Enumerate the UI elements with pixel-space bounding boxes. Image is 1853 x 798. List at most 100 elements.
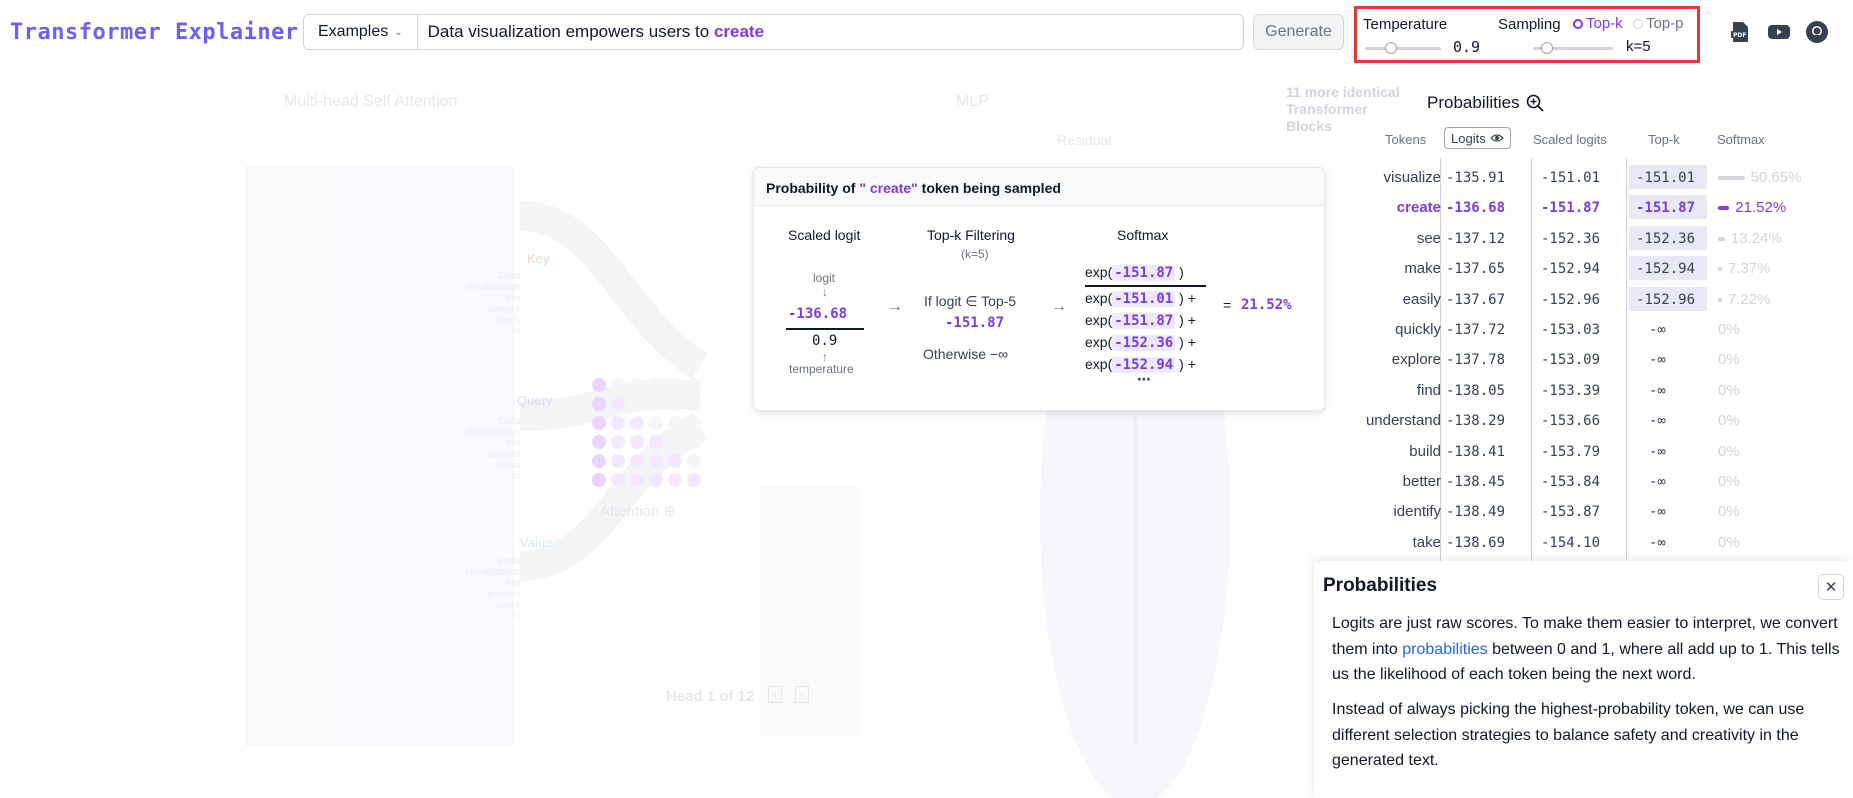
table-row[interactable]: take -138.69 -154.10 -∞ 0% bbox=[1300, 528, 1853, 558]
qkv-token-label: visualization bbox=[465, 282, 520, 293]
topk-radio[interactable]: Top-k bbox=[1573, 15, 1623, 32]
logit-caption: logit bbox=[813, 271, 836, 285]
attention-cell bbox=[611, 454, 625, 468]
token-name: understand bbox=[1365, 412, 1441, 430]
softmax-bar bbox=[1718, 297, 1722, 302]
topk-cell: -151.01 bbox=[1636, 170, 1696, 186]
probabilities-title-text: Probabilities bbox=[1427, 93, 1520, 112]
logit-cell: -138.05 bbox=[1446, 382, 1506, 399]
token-probability-popup: Probability of " create" token being sam… bbox=[753, 167, 1325, 411]
prev-head-button[interactable]: ‹ bbox=[768, 686, 783, 703]
generate-button[interactable]: Generate bbox=[1253, 14, 1344, 50]
sampling-controls: Temperature 0.9 Sampling Top-k Top-p k=5 bbox=[1354, 6, 1700, 63]
attention-label[interactable]: Attention ⊕ bbox=[600, 502, 676, 520]
softmax-value: 13.24% bbox=[1730, 229, 1782, 247]
residual-label: Residual bbox=[1057, 132, 1112, 148]
app-logo[interactable]: Transformer Explainer bbox=[10, 20, 299, 45]
logits-toggle-button[interactable]: Logits bbox=[1444, 127, 1511, 149]
logit-cell: -137.67 bbox=[1446, 291, 1506, 308]
qkv-token-label: to bbox=[511, 471, 520, 482]
table-row[interactable]: make -137.65 -152.94 -152.94 7.37% bbox=[1300, 254, 1853, 284]
denominator-value: -151.87 bbox=[1112, 313, 1176, 329]
info-paragraph-1: Logits are just raw scores. To make them… bbox=[1332, 611, 1842, 688]
chevron-down-icon: ⌄ bbox=[394, 26, 403, 38]
youtube-icon[interactable] bbox=[1767, 20, 1791, 44]
softmax-value: 0% bbox=[1718, 381, 1740, 399]
attention-cell bbox=[668, 416, 682, 430]
attention-cell bbox=[668, 378, 682, 392]
logit-cell: -138.69 bbox=[1446, 534, 1506, 551]
examples-dropdown[interactable]: Examples ⌄ bbox=[304, 15, 418, 49]
attention-cell bbox=[611, 378, 625, 392]
topp-radio-label: Top-p bbox=[1646, 15, 1684, 32]
scaled-logit-cell: -151.01 bbox=[1541, 170, 1601, 186]
table-row[interactable]: visualize -135.91 -151.01 -151.01 50.65% bbox=[1300, 163, 1853, 193]
popup-title-token: " create" bbox=[859, 180, 918, 196]
token-name: easily bbox=[1402, 290, 1441, 308]
qkv-token-label: em bbox=[506, 578, 520, 589]
softmax-heading: Softmax bbox=[1117, 227, 1169, 243]
zoom-in-icon bbox=[1526, 94, 1544, 112]
softmax-value: 0% bbox=[1718, 533, 1740, 551]
attention-cell bbox=[630, 473, 644, 487]
logit-cell: -135.91 bbox=[1446, 170, 1506, 186]
qkv-token-label: powers bbox=[487, 449, 520, 460]
attention-cell bbox=[649, 435, 663, 449]
table-row[interactable]: better -138.45 -153.84 -∞ 0% bbox=[1300, 467, 1853, 497]
scaled-logit-cell: -151.87 bbox=[1541, 200, 1601, 217]
mlp-section-title: MLP bbox=[956, 93, 989, 110]
scaled-logit-cell: -154.10 bbox=[1541, 534, 1601, 551]
table-row[interactable]: understand -138.29 -153.66 -∞ 0% bbox=[1300, 406, 1853, 436]
transformer-blocks-note[interactable]: 11 more identical Transformer Blocks bbox=[1286, 84, 1406, 135]
next-head-button[interactable]: › bbox=[795, 686, 810, 703]
logit-cell: -138.45 bbox=[1446, 474, 1506, 490]
topk-value: k=5 bbox=[1626, 38, 1651, 55]
temperature-slider-track[interactable] bbox=[1365, 47, 1441, 50]
head-indicator: Head 1 of 12 bbox=[666, 688, 755, 705]
github-icon[interactable] bbox=[1805, 20, 1829, 44]
softmax-result: 21.52% bbox=[1241, 297, 1292, 313]
topk-slider-thumb[interactable] bbox=[1541, 42, 1553, 54]
logit-cell: -137.72 bbox=[1446, 322, 1506, 338]
token-name: create bbox=[1396, 199, 1441, 217]
attention-cell bbox=[668, 397, 682, 411]
qkv-token-label: users bbox=[495, 315, 520, 326]
key-label: Key bbox=[527, 251, 550, 266]
probabilities-link[interactable]: probabilities bbox=[1402, 641, 1487, 658]
scaled-logit-cell: -153.66 bbox=[1541, 413, 1601, 430]
denominator-value: -152.36 bbox=[1112, 335, 1176, 351]
table-row[interactable]: identify -138.49 -153.87 -∞ 0% bbox=[1300, 497, 1853, 527]
table-row[interactable]: find -138.05 -153.39 -∞ 0% bbox=[1300, 376, 1853, 406]
qkv-token-label: em bbox=[506, 438, 520, 449]
table-row[interactable]: easily -137.67 -152.96 -152.96 7.22% bbox=[1300, 285, 1853, 315]
value-label: Value bbox=[520, 535, 553, 550]
table-row[interactable]: create -136.68 -151.87 -151.87 21.52% bbox=[1300, 193, 1853, 223]
softmax-value: 0% bbox=[1718, 473, 1740, 490]
qkv-token-label: Data bbox=[498, 416, 520, 427]
probabilities-title[interactable]: Probabilities bbox=[1427, 93, 1544, 113]
prompt-prefix: Data visualization empowers users to bbox=[427, 22, 710, 41]
softmax-value: 0% bbox=[1718, 351, 1740, 369]
arrow-down-icon: ↓ bbox=[822, 285, 828, 299]
prompt-input[interactable]: Data visualization empowers users to cre… bbox=[418, 22, 764, 42]
close-button[interactable]: ✕ bbox=[1818, 574, 1844, 600]
pdf-icon[interactable]: PDF bbox=[1728, 20, 1752, 44]
column-header-scaled-logits: Scaled logits bbox=[1533, 132, 1607, 147]
scaled-logit-cell: -152.94 bbox=[1541, 261, 1601, 278]
table-row[interactable]: quickly -137.72 -153.03 -∞ 0% bbox=[1300, 315, 1853, 345]
scaled-logit-cell: -152.96 bbox=[1541, 291, 1601, 308]
examples-label: Examples bbox=[318, 23, 389, 40]
softmax-value: 0% bbox=[1718, 442, 1740, 460]
column-header-softmax: Softmax bbox=[1717, 132, 1765, 147]
table-row[interactable]: see -137.12 -152.36 -152.36 13.24% bbox=[1300, 224, 1853, 254]
qkv-token-label: visualization bbox=[465, 567, 520, 578]
query-label: Query bbox=[517, 393, 553, 408]
attention-cell bbox=[687, 397, 701, 411]
table-row[interactable]: explore -137.78 -153.09 -∞ 0% bbox=[1300, 345, 1853, 375]
attention-cell bbox=[611, 473, 625, 487]
table-row[interactable]: build -138.41 -153.79 -∞ 0% bbox=[1300, 437, 1853, 467]
softmax-bar bbox=[1718, 236, 1725, 241]
attention-cell bbox=[592, 378, 606, 392]
temperature-slider-thumb[interactable] bbox=[1385, 42, 1397, 54]
topp-radio[interactable]: Top-p bbox=[1633, 15, 1684, 32]
